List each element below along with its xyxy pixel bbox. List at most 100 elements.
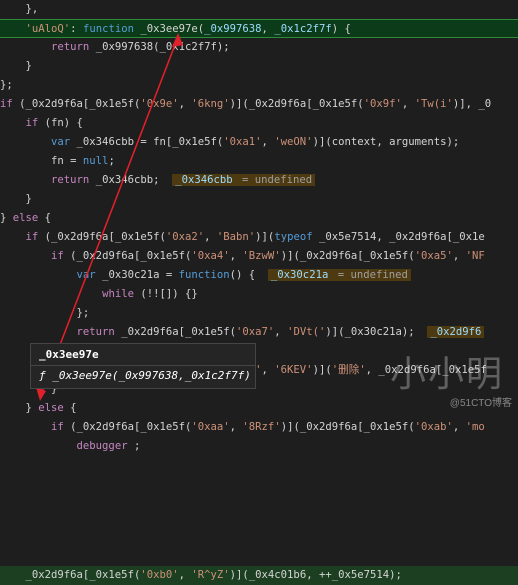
code-token: _0x346cbb; [89,174,173,186]
code-line[interactable]: }; [0,76,518,95]
code-token: )]( [312,364,332,376]
code-token: )](_0x2d9f6a[_0x1e5f( [280,250,415,262]
code-line[interactable]: if (fn) { [0,114,518,133]
code-token: 'DVt(' [287,326,326,338]
code-token: } [0,212,13,224]
code-token: if [25,231,39,243]
code-line[interactable]: }, [0,0,518,19]
code-token: } [0,193,32,205]
tooltip-divider [31,365,255,366]
code-line[interactable]: fn = null; [0,152,518,171]
code-line[interactable] [0,532,518,551]
code-line[interactable]: } else { [0,399,518,418]
code-token: 'Tw(i' [414,98,453,110]
code-token: (!![]) {} [133,288,198,300]
code-token: '8Rzf' [242,421,281,433]
code-line[interactable]: if (_0x2d9f6a[_0x1e5f('0xa2', 'Babn')](t… [0,228,518,247]
code-token: , [261,136,275,148]
code-token: = undefined [235,174,316,186]
code-token: else [38,402,64,414]
code-line[interactable] [0,513,518,532]
code-token: _0x30c21a [267,269,332,281]
code-token: 'mo [465,421,485,433]
code-token: , [229,250,243,262]
code-token: 'Babn' [216,231,256,243]
code-token: } [0,60,32,72]
code-line[interactable]: if (_0x2d9f6a[_0x1e5f('0x9e', '6kng')](_… [0,95,518,114]
code-line[interactable]: var _0x30c21a = function() { _0x30c21a =… [0,266,518,285]
code-token: , [452,250,466,262]
code-token: { [63,402,77,414]
code-token: _0x2d9f6a[_0x1e5f( [25,569,141,581]
code-line[interactable]: if (_0x2d9f6a[_0x1e5f('0xaa', '8Rzf')](_… [0,418,518,437]
code-line[interactable]: } else { [0,209,518,228]
code-line[interactable]: 'uAloQ': function _0x3ee97e(_0x997638, _… [0,19,518,38]
code-token: return [51,41,90,53]
code-line[interactable]: _0x2d9f6a[_0x1e5f('0xb0', 'R^yZ')](_0x4c… [0,566,518,585]
code-token: (fn) { [38,117,83,129]
code-token: '0xb0' [140,569,179,581]
code-token: , [261,23,275,35]
code-line[interactable]: } [0,190,518,209]
code-token: ) { [331,23,351,35]
code-token: , [178,569,192,581]
code-token: _0x3ee97e( [133,23,205,35]
code-token: 'R^yZ' [191,569,230,581]
code-token: 'BzwW' [242,250,281,262]
code-token: ; [127,440,141,452]
code-token: , [261,364,275,376]
code-token: '0x9e' [140,98,179,110]
code-token: ; [108,155,115,167]
code-token: 'weON' [274,136,313,148]
watermark-url: @51CTO博客 [449,398,512,409]
code-line[interactable]: return _0x997638(_0x1c2f7f); [0,38,518,57]
code-token: )](_0x4c01b6, ++_0x5e7514); [229,569,402,581]
code-token: _0x997638 [204,23,262,35]
code-token: _0x346cbb [172,174,236,186]
code-token: _0x346cbb = fn[_0x1e5f( [70,136,224,148]
code-line[interactable]: return _0x346cbb; _0x346cbb = undefined [0,171,518,190]
code-token: '6KEV' [274,364,313,376]
code-token: , [178,98,192,110]
code-line[interactable] [0,475,518,494]
code-token: '0xa4' [191,250,230,262]
code-token: )], _0 [452,98,492,110]
code-token: if [51,250,64,262]
code-token: )](_0x2d9f6a[_0x1e5f( [229,98,364,110]
code-line[interactable]: if (_0x2d9f6a[_0x1e5f('0xa4', 'BzwW')](_… [0,247,518,266]
code-token: if [0,98,13,110]
code-token: typeof [274,231,313,243]
code-token: }, [0,3,39,15]
code-token: : [70,23,83,35]
code-token: _0x30c21a = [95,269,179,281]
code-token: )]( [255,231,275,243]
code-token: (_0x2d9f6a[_0x1e5f( [38,231,166,243]
code-line[interactable] [0,494,518,513]
code-token: return [76,326,115,338]
code-token: '0xa2' [165,231,205,243]
code-line[interactable]: debugger ; [0,437,518,456]
code-line[interactable] [0,456,518,475]
code-token: , [229,421,243,433]
code-token: _0x2d9f6 [427,326,485,338]
code-line[interactable]: }; [0,304,518,323]
code-line[interactable]: } [0,57,518,76]
code-line[interactable]: var _0x346cbb = fn[_0x1e5f('0xa1', 'weON… [0,133,518,152]
code-token: () { [229,269,268,281]
code-line[interactable]: return _0x2d9f6a[_0x1e5f('0xa7', 'DVt(')… [0,323,518,342]
watermark-logo: 小小明 [389,354,504,395]
code-token: _0x997638(_0x1c2f7f); [89,41,230,53]
code-token: _0x5e7514, _0x2d9f6a[_0x1e [312,231,485,243]
code-token: '0x9f' [363,98,402,110]
code-line[interactable]: while (!![]) {} [0,285,518,304]
code-token: } [0,402,39,414]
